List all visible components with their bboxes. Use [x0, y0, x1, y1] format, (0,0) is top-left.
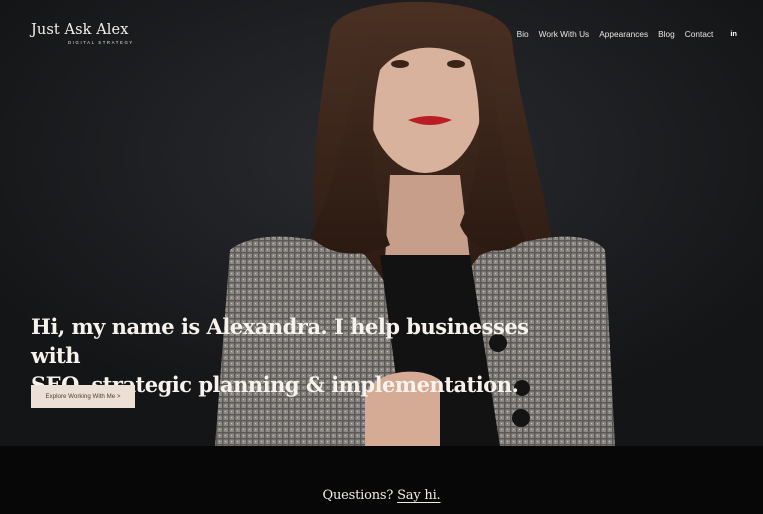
questions-prompt: Questions? Say hi.: [0, 488, 763, 503]
nav-item-appearances[interactable]: Appearances: [599, 29, 648, 39]
brand-tagline: DIGITAL STRATEGY: [68, 40, 134, 45]
nav-item-contact[interactable]: Contact: [685, 29, 714, 39]
questions-label: Questions?: [322, 488, 394, 503]
nav-item-work-with-us[interactable]: Work With Us: [539, 29, 590, 39]
nav-item-blog[interactable]: Blog: [658, 29, 675, 39]
hero-headline-line1: Hi, my name is Alexandra. I help busines…: [31, 314, 529, 368]
say-hi-link[interactable]: Say hi.: [397, 488, 441, 503]
brand-logo[interactable]: Just Ask Alex DIGITAL STRATEGY: [31, 22, 132, 45]
brand-name: Just Ask Alex: [31, 22, 129, 38]
linkedin-icon[interactable]: in: [730, 29, 737, 39]
contact-band: [0, 446, 763, 514]
explore-working-button[interactable]: Explore Working With Me >: [31, 385, 135, 408]
hero-section: Just Ask Alex DIGITAL STRATEGY Bio Work …: [0, 0, 763, 446]
nav-item-bio[interactable]: Bio: [517, 29, 529, 39]
main-nav: Bio Work With Us Appearances Blog Contac…: [507, 29, 737, 39]
